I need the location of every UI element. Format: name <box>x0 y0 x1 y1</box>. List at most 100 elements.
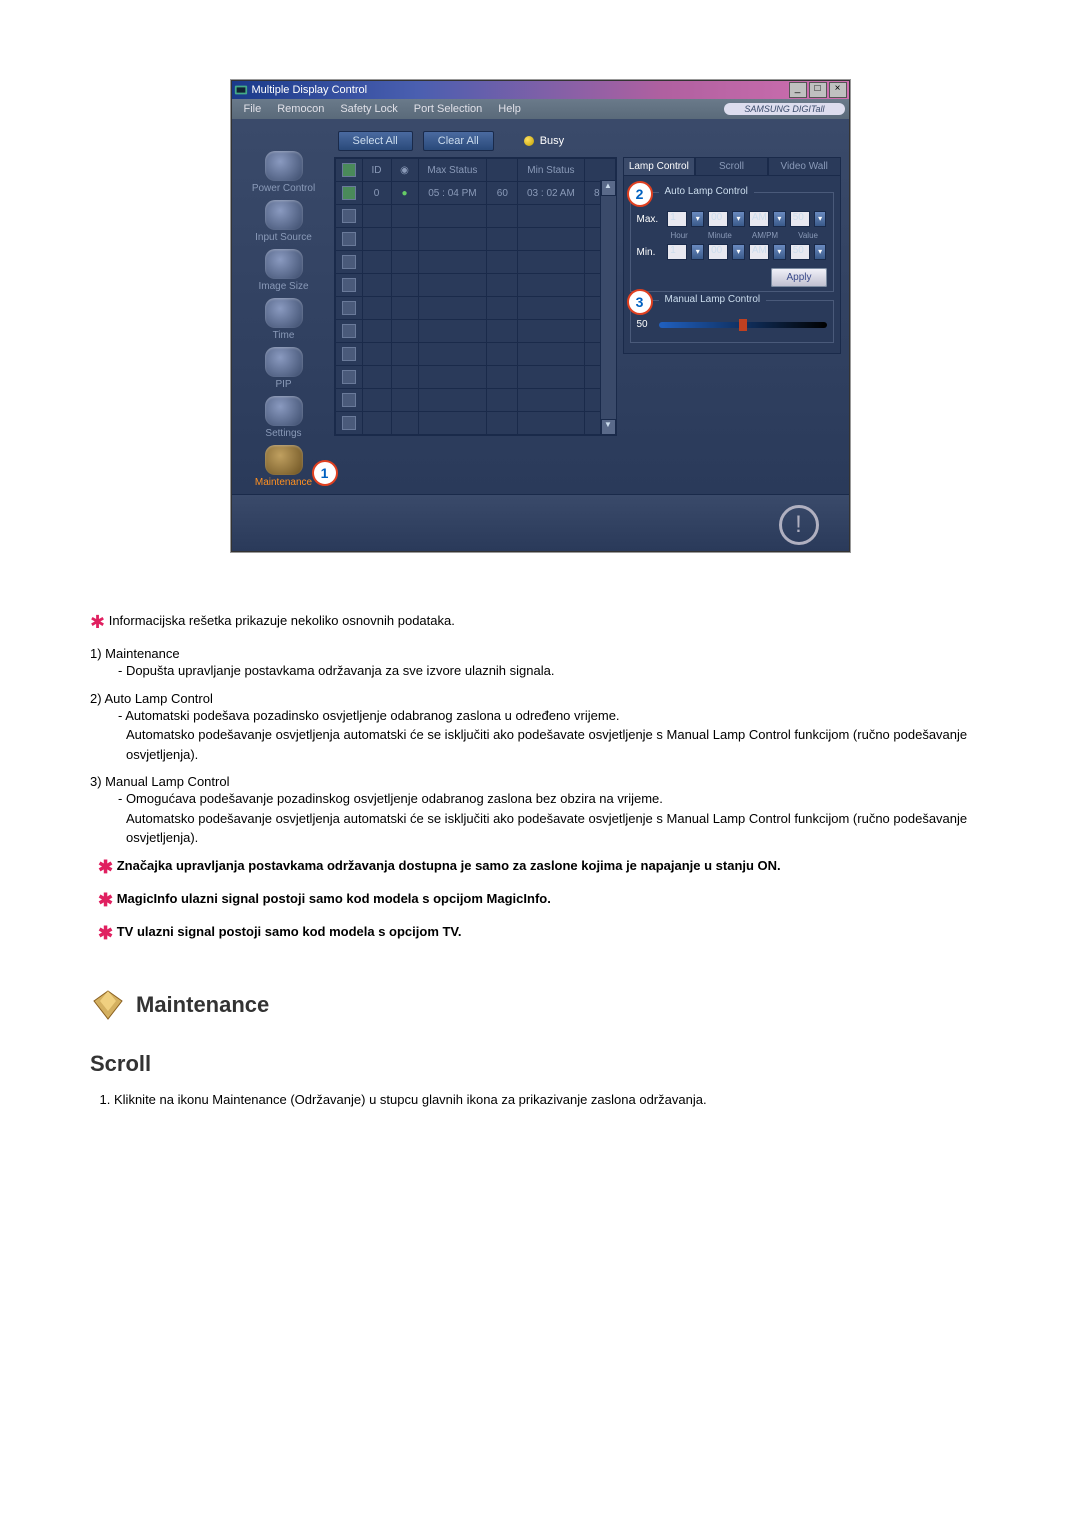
sidebar-item-settings[interactable]: Settings <box>240 396 328 439</box>
row-checkbox[interactable] <box>342 324 356 338</box>
warning-icon: ! <box>779 505 819 545</box>
menu-help[interactable]: Help <box>490 103 529 115</box>
grid-scrollbar[interactable]: ▲▼ <box>600 180 616 435</box>
scroll-up-icon[interactable]: ▲ <box>601 180 616 196</box>
dropdown-icon[interactable]: ▾ <box>691 244 704 260</box>
row-checkbox[interactable] <box>342 370 356 384</box>
table-row[interactable] <box>335 366 615 389</box>
brand-label: SAMSUNG DIGITall <box>724 103 844 115</box>
col-max-status: Max Status <box>418 159 487 182</box>
max-minute-input[interactable]: 00 <box>708 211 728 227</box>
sidebar-item-label: Image Size <box>258 281 308 292</box>
table-row[interactable] <box>335 205 615 228</box>
menu-remocon[interactable]: Remocon <box>269 103 332 115</box>
table-row[interactable] <box>335 251 615 274</box>
dropdown-icon[interactable]: ▾ <box>814 211 827 227</box>
row-checkbox[interactable] <box>342 347 356 361</box>
col-min-value <box>584 159 615 182</box>
col-id: ID <box>362 159 391 182</box>
table-row[interactable] <box>335 389 615 412</box>
min-value-input[interactable]: 50 <box>790 244 810 260</box>
table-row[interactable] <box>335 228 615 251</box>
lamp-control-panel: 2 Auto Lamp Control Max. 1▾ 00▾ AM▾ 50▾ … <box>623 175 841 354</box>
star-icon: ✱ <box>98 923 113 943</box>
table-row[interactable]: 0 ● 05 : 04 PM 60 03 : 02 AM 80 <box>335 182 615 205</box>
maximize-button[interactable]: □ <box>809 82 827 98</box>
row-checkbox[interactable] <box>342 393 356 407</box>
star-icon: ✱ <box>98 890 113 910</box>
check-all[interactable] <box>342 163 356 177</box>
dropdown-icon[interactable]: ▾ <box>814 244 827 260</box>
max-ampm-input[interactable]: AM <box>749 211 769 227</box>
menu-port-selection[interactable]: Port Selection <box>406 103 490 115</box>
table-row[interactable] <box>335 274 615 297</box>
window-title: Multiple Display Control <box>252 84 368 96</box>
clear-all-button[interactable]: Clear All <box>423 131 494 151</box>
apply-button[interactable]: Apply <box>771 268 826 287</box>
min-minute-input[interactable]: 00 <box>708 244 728 260</box>
sidebar-item-label: Power Control <box>252 183 315 194</box>
sidebar-item-maintenance[interactable]: Maintenance 1 <box>240 445 328 488</box>
manual-lamp-slider[interactable] <box>659 322 827 328</box>
note-2: MagicInfo ulazni signal postoji samo kod… <box>117 891 551 906</box>
table-row[interactable] <box>335 343 615 366</box>
dropdown-icon[interactable]: ▾ <box>773 244 786 260</box>
menu-safety-lock[interactable]: Safety Lock <box>332 103 405 115</box>
minimize-button[interactable]: _ <box>789 82 807 98</box>
min-ampm-input[interactable]: AM <box>749 244 769 260</box>
table-row[interactable] <box>335 412 615 435</box>
dropdown-icon[interactable]: ▾ <box>691 211 704 227</box>
auto-lamp-legend: Auto Lamp Control <box>659 186 754 197</box>
close-button[interactable]: × <box>829 82 847 98</box>
item-3-title: Manual Lamp Control <box>105 774 229 789</box>
sidebar-item-pip[interactable]: PIP <box>240 347 328 390</box>
scroll-down-icon[interactable]: ▼ <box>601 419 616 435</box>
row-checkbox[interactable] <box>342 278 356 292</box>
input-icon <box>265 200 303 230</box>
row-checkbox[interactable] <box>342 209 356 223</box>
row-checkbox[interactable] <box>342 416 356 430</box>
dropdown-icon[interactable]: ▾ <box>773 211 786 227</box>
sidebar-item-time[interactable]: Time <box>240 298 328 341</box>
slider-thumb[interactable] <box>739 319 747 331</box>
col-min-status: Min Status <box>518 159 584 182</box>
titlebar[interactable]: Multiple Display Control _ □ × <box>232 81 849 99</box>
sidebar-item-image-size[interactable]: Image Size <box>240 249 328 292</box>
min-label: Min. <box>637 247 664 258</box>
tab-video-wall[interactable]: Video Wall <box>768 157 841 175</box>
menu-file[interactable]: File <box>236 103 270 115</box>
item-1-desc: - Dopušta upravljanje postavkama održava… <box>118 661 990 681</box>
sidebar-item-input[interactable]: Input Source <box>240 200 328 243</box>
sidebar-item-label: PIP <box>275 379 291 390</box>
table-row[interactable] <box>335 297 615 320</box>
time-icon <box>265 298 303 328</box>
busy-icon <box>524 136 534 146</box>
min-hour-input[interactable]: 1 <box>667 244 687 260</box>
menubar: File Remocon Safety Lock Port Selection … <box>232 99 849 119</box>
col-max-value <box>487 159 518 182</box>
row-checkbox[interactable] <box>342 301 356 315</box>
dropdown-icon[interactable]: ▾ <box>732 211 745 227</box>
sidebar: Power Control Input Source Image Size Ti… <box>240 129 328 494</box>
max-value-input[interactable]: 50 <box>790 211 810 227</box>
display-grid: ID ◉ Max Status Min Status 0 ● 05 : 04 P… <box>334 157 617 436</box>
note-1: Značajka upravljanja postavkama održavan… <box>117 858 781 873</box>
tab-lamp-control[interactable]: Lamp Control <box>623 157 696 175</box>
note-3: TV ulazni signal postoji samo kod modela… <box>117 924 462 939</box>
busy-label: Busy <box>540 135 564 147</box>
row-checkbox[interactable] <box>342 255 356 269</box>
row-checkbox[interactable] <box>342 186 356 200</box>
sidebar-item-power[interactable]: Power Control <box>240 151 328 194</box>
tab-scroll[interactable]: Scroll <box>695 157 768 175</box>
step-1: Kliknite na ikonu Maintenance (Održavanj… <box>114 1090 990 1110</box>
dropdown-icon[interactable]: ▾ <box>732 244 745 260</box>
cell-status-icon: ● <box>391 182 418 205</box>
max-hour-input[interactable]: 1 <box>667 211 687 227</box>
manual-value-label: 50 <box>637 319 655 330</box>
item-3-desc1: - Omogućava podešavanje pozadinskog osvj… <box>118 789 990 809</box>
select-all-button[interactable]: Select All <box>338 131 413 151</box>
app-window: Multiple Display Control _ □ × File Remo… <box>231 80 850 552</box>
callout-1: 1 <box>312 460 338 486</box>
row-checkbox[interactable] <box>342 232 356 246</box>
table-row[interactable] <box>335 320 615 343</box>
